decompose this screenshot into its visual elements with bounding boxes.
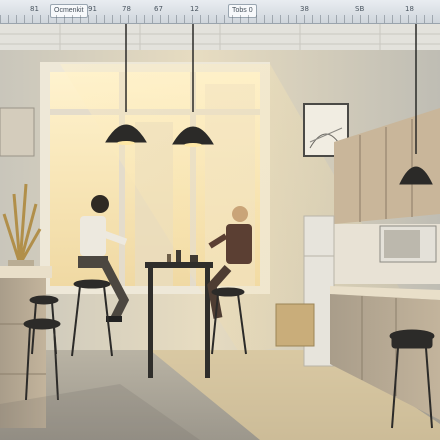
microwave-icon [379, 225, 437, 263]
wall-picture-left [0, 107, 35, 157]
ruler-label: 18 [405, 5, 414, 13]
ruler-label: 78 [122, 5, 131, 13]
ruler-label: 81 [30, 5, 39, 13]
ruler-ticks [0, 15, 440, 23]
ruler-label: 67 [154, 5, 163, 13]
ruler-label: 38 [300, 5, 309, 13]
ruler-label: 91 [88, 5, 97, 13]
kitchen-scene [0, 24, 440, 440]
canvas: 81 Ocmenkit 91 78 67 12 Tobs 0 38 SB 18 [0, 0, 440, 440]
ruler-label: SB [355, 5, 365, 13]
ruler-bar: 81 Ocmenkit 91 78 67 12 Tobs 0 38 SB 18 [0, 0, 440, 24]
cardboard-box [275, 303, 315, 347]
lamp-glow [184, 143, 202, 147]
lamp-glow [117, 141, 135, 145]
ruler-label: 12 [190, 5, 199, 13]
